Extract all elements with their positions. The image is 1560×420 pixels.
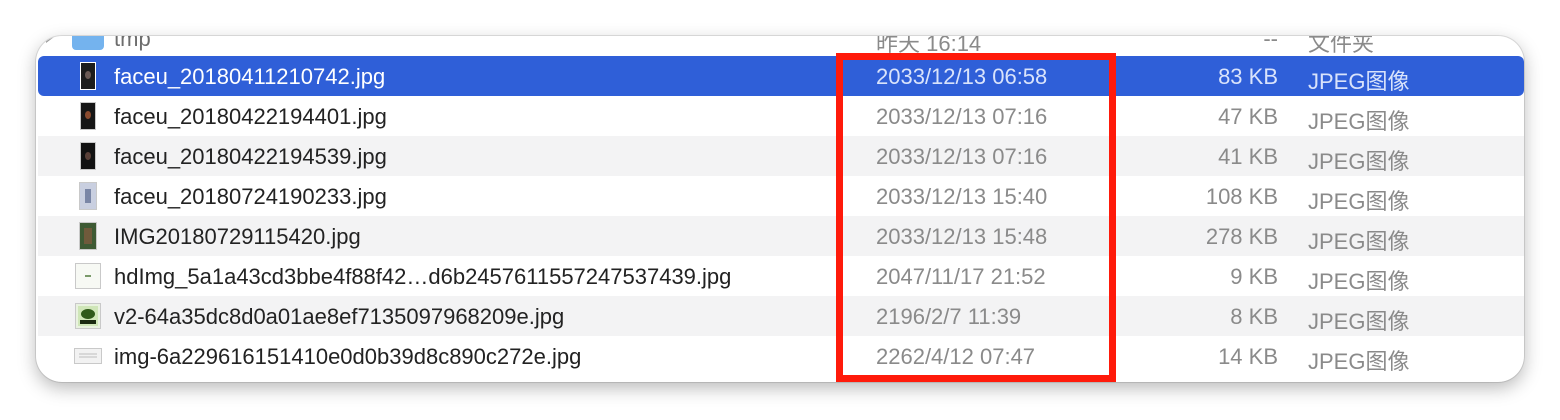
file-row-selected[interactable]: faceu_20180411210742.jpg 2033/12/13 06:5… [38,56,1524,96]
file-kind: JPEG图像 [1308,229,1410,254]
dark-photo-thumbnail-icon [74,101,102,131]
file-kind: JPEG图像 [1308,349,1410,374]
file-kind: JPEG图像 [1308,309,1410,334]
file-size: 108 KB [1205,184,1278,209]
finder-window: tmp 昨天 16:14 -- 文件夹 faceu_20180411210742… [36,36,1524,382]
file-name: faceu_20180422194401.jpg [114,104,387,129]
file-size: 9 KB [1230,264,1278,289]
dark-photo-thumbnail-icon [74,141,102,171]
file-size: -- [1263,36,1278,51]
folder-icon [72,36,104,50]
file-row-tmp[interactable]: tmp 昨天 16:14 -- 文件夹 [38,36,1524,58]
file-kind: JPEG图像 [1308,69,1410,94]
small-image-thumbnail-icon [74,261,102,291]
file-kind: JPEG图像 [1308,149,1410,174]
file-name: faceu_20180724190233.jpg [114,184,387,209]
file-kind: JPEG图像 [1308,189,1410,214]
file-name: hdImg_5a1a43cd3bbe4f88f42…d6b24576115572… [114,264,732,289]
file-row[interactable]: img-6a229616151410e0d0b39d8c890c272e.jpg… [38,336,1524,376]
file-row[interactable]: faceu_20180724190233.jpg 2033/12/13 15:4… [38,176,1524,216]
file-name: img-6a229616151410e0d0b39d8c890c272e.jpg [114,344,582,369]
file-size: 41 KB [1218,144,1278,169]
file-kind: JPEG图像 [1308,109,1410,134]
graphic-thumbnail-icon [74,301,102,331]
file-size: 14 KB [1218,344,1278,369]
file-size: 83 KB [1218,64,1278,89]
file-size: 278 KB [1205,224,1278,249]
file-size: 8 KB [1230,304,1278,329]
date-column-highlight [836,53,1116,382]
file-name: IMG20180729115420.jpg [114,224,361,249]
light-photo-thumbnail-icon [74,181,102,211]
file-row[interactable]: hdImg_5a1a43cd3bbe4f88f42…d6b24576115572… [38,256,1524,296]
file-name: v2-64a35dc8d0a01ae8ef7135097968209e.jpg [114,304,565,329]
file-row[interactable]: v2-64a35dc8d0a01ae8ef7135097968209e.jpg … [38,296,1524,336]
file-size: 47 KB [1218,104,1278,129]
file-kind: JPEG图像 [1308,269,1410,294]
file-row[interactable]: IMG20180729115420.jpg 2033/12/13 15:48 2… [38,216,1524,256]
wide-image-thumbnail-icon [74,341,102,371]
file-row[interactable]: faceu_20180422194539.jpg 2033/12/13 07:1… [38,136,1524,176]
green-photo-thumbnail-icon [74,221,102,251]
dark-photo-thumbnail-icon [74,61,102,91]
disclosure-triangle-icon[interactable] [46,36,54,43]
file-name: tmp [114,36,151,51]
file-kind: 文件夹 [1308,36,1375,56]
file-name: faceu_20180422194539.jpg [114,144,387,169]
file-name: faceu_20180411210742.jpg [114,64,386,89]
file-row[interactable]: faceu_20180422194401.jpg 2033/12/13 07:1… [38,96,1524,136]
